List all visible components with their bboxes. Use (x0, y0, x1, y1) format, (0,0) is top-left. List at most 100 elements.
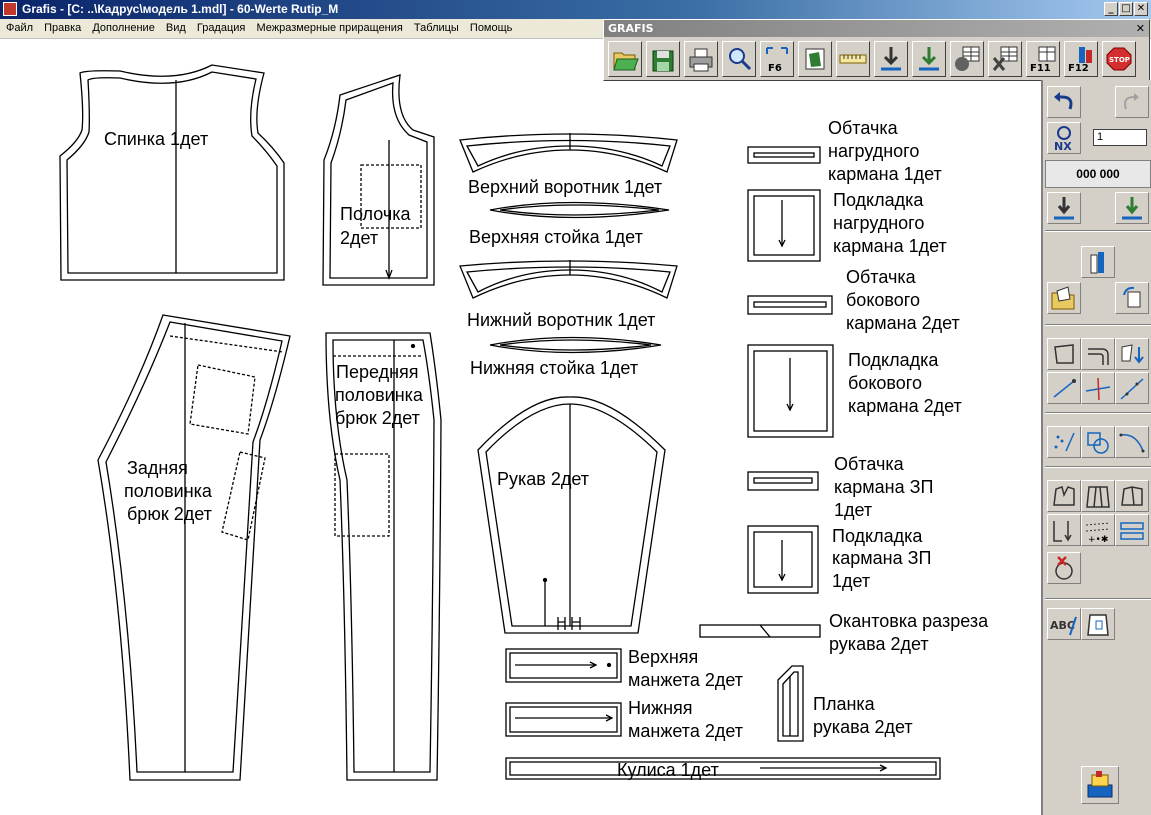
notches-icon: +•✱ (1085, 522, 1111, 545)
piece-side-facing[interactable] (747, 295, 833, 315)
piece-back-pants[interactable] (97, 314, 291, 781)
table-button[interactable] (988, 41, 1022, 77)
frame-button[interactable] (798, 41, 832, 77)
piece-back[interactable] (59, 64, 285, 281)
piece-back-pocket-lining[interactable] (747, 525, 819, 594)
points-button[interactable] (1047, 426, 1081, 458)
f11-label: F11 (1030, 63, 1051, 74)
import-green-button-2[interactable] (1115, 192, 1149, 224)
line-point-button[interactable] (1047, 372, 1081, 404)
stop-button[interactable]: STOP (1102, 41, 1136, 77)
menu-grading[interactable]: Градация (197, 22, 246, 34)
print-button[interactable] (684, 41, 718, 77)
stop-label: STOP (1109, 56, 1130, 64)
label-chest-lining-line3: кармана 1дет (833, 236, 947, 256)
piece-lower-collar[interactable] (459, 260, 678, 299)
dart-button[interactable] (1047, 480, 1081, 512)
line-point-icon (1053, 379, 1076, 398)
menu-tables[interactable]: Таблицы (414, 22, 459, 34)
intersection-button[interactable] (1081, 372, 1115, 404)
delete-button[interactable] (1047, 552, 1081, 584)
redo-button[interactable] (1115, 86, 1149, 118)
piece-upper-cuff[interactable] (505, 648, 622, 683)
dart-icon (1053, 486, 1075, 506)
import-button[interactable] (874, 41, 908, 77)
minimize-button[interactable]: _ (1104, 2, 1118, 16)
parallel-line-icon (1088, 348, 1109, 365)
piece-upper-stand[interactable] (489, 201, 670, 219)
piece-down-button[interactable] (1115, 338, 1149, 370)
menu-view[interactable]: Вид (166, 22, 186, 34)
piece-lower-cuff[interactable] (505, 702, 622, 737)
import-down-icon (881, 47, 901, 71)
piece-side-lining[interactable] (747, 344, 834, 438)
label-front-pants-line1: Передняя (336, 362, 419, 382)
separator (1045, 412, 1151, 414)
piece-sleeve[interactable] (477, 396, 666, 634)
layers-button[interactable] (1081, 246, 1115, 278)
menu-help[interactable]: Помощь (470, 22, 513, 34)
separator (1045, 324, 1151, 326)
piece-drawstring[interactable] (505, 757, 941, 780)
menu-increments[interactable]: Межразмерные приращения (256, 22, 402, 34)
title-bar: Grafis - [C: ..\Кадрус\модель 1.mdl] - 6… (0, 0, 1151, 19)
pattern-canvas[interactable]: Спинка 1дет Полочка 2дет Верхний воротни… (0, 38, 1041, 815)
label-binding-line2: рукава 2дет (829, 634, 929, 654)
import-down-button[interactable] (1047, 192, 1081, 224)
text-button[interactable]: ABC (1047, 608, 1081, 640)
f12-button[interactable]: F12 (1064, 41, 1098, 77)
piece-back-pocket-facing[interactable] (747, 471, 819, 491)
close-button[interactable]: ✕ (1134, 2, 1148, 16)
measure-button[interactable] (836, 41, 870, 77)
restore-button[interactable]: □ (1119, 2, 1133, 16)
menu-edit[interactable]: Правка (44, 22, 81, 34)
layers-icon (1090, 252, 1104, 274)
label-chest-facing-line1: Обтачка (828, 118, 899, 138)
menu-addition[interactable]: Дополнение (92, 22, 154, 34)
pleat-icon (1086, 486, 1110, 508)
pleat-button[interactable] (1081, 480, 1115, 512)
slash-spread-button[interactable] (1115, 480, 1149, 512)
zoom-button[interactable] (722, 41, 756, 77)
curve-button[interactable] (1115, 426, 1149, 458)
nx-input[interactable]: 1 (1093, 129, 1147, 146)
label-back-pants-line1: Задняя (127, 458, 188, 478)
print-icon (689, 48, 713, 72)
plotter-button[interactable] (1081, 766, 1119, 804)
toolbar-title: GRAFIS (608, 22, 654, 35)
diagonal-line-button[interactable] (1115, 372, 1149, 404)
f11-button[interactable]: F11 (1026, 41, 1060, 77)
toolbar-close-icon[interactable]: ✕ (1136, 20, 1145, 37)
parallel-line-button[interactable] (1081, 338, 1115, 370)
rotate-piece-button[interactable] (1115, 282, 1149, 314)
open-folder-button[interactable] (1047, 282, 1081, 314)
piece-info-button[interactable] (1081, 608, 1115, 640)
piece-slit-binding[interactable] (699, 624, 821, 638)
label-upper-cuff-line2: манжета 2дет (628, 670, 743, 690)
fit-button[interactable]: F6 (760, 41, 794, 77)
piece-chest-lining[interactable] (747, 189, 821, 262)
save-button[interactable] (646, 41, 680, 77)
import-green-button[interactable] (912, 41, 946, 77)
piece-upper-collar[interactable] (459, 133, 678, 173)
seam-allowance-button[interactable] (1115, 514, 1149, 546)
notches-button[interactable]: +•✱ (1081, 514, 1115, 546)
import-down-icon (1054, 197, 1074, 220)
label-back-lining-line3: 1дет (832, 571, 870, 591)
undo-button[interactable] (1047, 86, 1081, 118)
grain-button[interactable] (1047, 514, 1081, 546)
frame-icon (805, 48, 825, 70)
nx-button[interactable]: NX (1047, 122, 1081, 154)
open-button[interactable] (608, 41, 642, 77)
menu-file[interactable]: Файл (6, 22, 33, 34)
piece-lower-stand[interactable] (489, 336, 662, 354)
piece-outline-button[interactable] (1047, 338, 1081, 370)
grading-button[interactable] (950, 41, 984, 77)
label-upper-collar: Верхний воротник 1дет (468, 177, 662, 197)
piece-front[interactable] (322, 74, 435, 286)
piece-placket[interactable] (777, 665, 804, 742)
piece-chest-facing[interactable] (747, 146, 821, 164)
label-upper-cuff-line1: Верхняя (628, 647, 698, 667)
shapes-button[interactable] (1081, 426, 1115, 458)
piece-down-icon (1121, 344, 1144, 364)
